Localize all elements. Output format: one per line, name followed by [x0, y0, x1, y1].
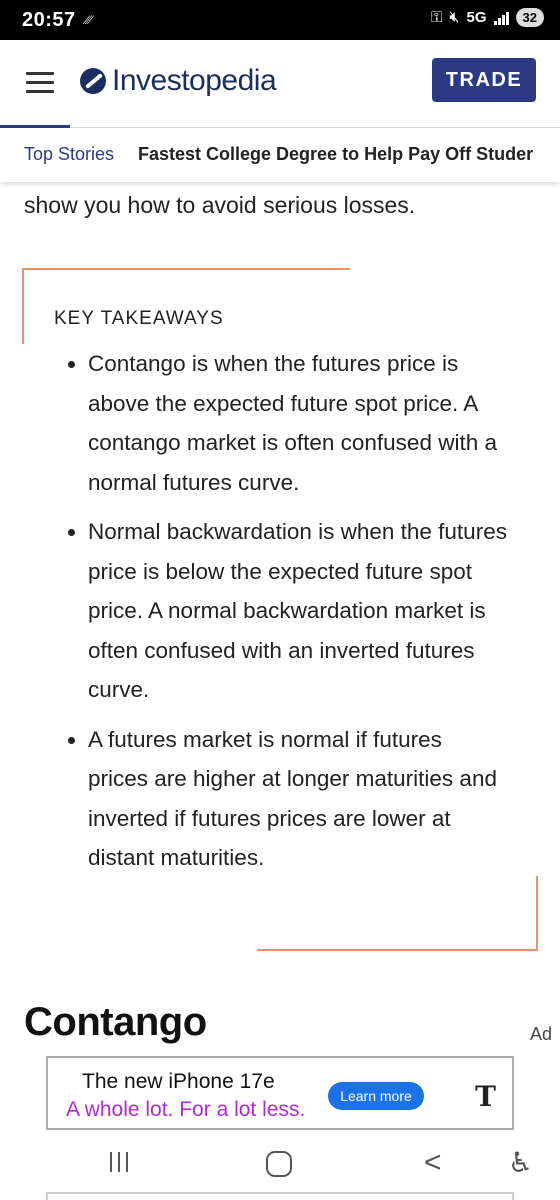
takeaways-border-bottom [257, 949, 538, 951]
article-paragraph: show you how to avoid serious losses. [24, 192, 416, 218]
battery-level: 32 [515, 8, 544, 27]
status-time: 20:57 [22, 9, 76, 31]
takeaways-border-top [22, 268, 350, 270]
takeaway-item: Normal backwardation is when the futures… [68, 512, 508, 710]
ad-learn-more-button[interactable]: Learn more [328, 1082, 424, 1110]
ad-banner-edge [46, 1192, 514, 1200]
site-logo[interactable]: Investopedia [80, 64, 277, 98]
vpn-key-icon: ⚿ [431, 9, 443, 26]
takeaways-border-left [22, 268, 24, 344]
key-takeaways-list: Contango is when the futures price is ab… [68, 344, 508, 888]
trade-button[interactable]: TRADE [432, 58, 536, 102]
recents-icon[interactable] [110, 1152, 128, 1172]
status-bar: 20:57 ⁄⁄⁄ ⚿ 🔇︎ 5G 32 [0, 0, 560, 40]
takeaway-item: A futures market is normal if futures pr… [68, 720, 508, 878]
top-stories-ticker: Top Stories Fastest College Degree to He… [0, 128, 560, 182]
system-nav-bar: < ♿︎ [0, 1130, 560, 1200]
investopedia-logo-icon [80, 68, 106, 94]
ad-headline: The new iPhone 17e [82, 1070, 275, 1093]
key-takeaways-box: KEY TAKEAWAYS Contango is when the futur… [22, 268, 538, 954]
key-takeaways-title: KEY TAKEAWAYS [54, 308, 224, 329]
status-icons: ⚿ 🔇︎ 5G 32 [431, 8, 544, 27]
accessibility-icon[interactable]: ♿︎ [508, 1146, 533, 1179]
ad-tagline: A whole lot. For a lot less. [66, 1098, 306, 1121]
top-stories-link[interactable]: Top Stories [24, 144, 114, 165]
logo-text: Investopedia [112, 64, 277, 97]
ticker-headline-link[interactable]: Fastest College Degree to Help Pay Off S… [138, 144, 533, 165]
takeaway-item: Contango is when the futures price is ab… [68, 344, 508, 502]
section-heading: Contango [24, 1000, 207, 1044]
network-type: 5G [466, 9, 487, 26]
mute-icon: 🔇︎ [449, 8, 460, 26]
t-mobile-logo-icon: T [475, 1080, 496, 1113]
ad-label: Ad [529, 1024, 552, 1044]
data-activity-icon: ⁄⁄⁄ [86, 13, 93, 27]
site-header: Investopedia TRADE [0, 40, 560, 128]
home-icon[interactable] [266, 1151, 292, 1177]
hamburger-menu-icon[interactable] [26, 72, 54, 94]
ad-banner[interactable]: The new iPhone 17e A whole lot. For a lo… [46, 1056, 514, 1130]
takeaways-border-right [536, 876, 538, 951]
back-icon[interactable]: < [424, 1146, 442, 1180]
signal-strength-icon [493, 11, 509, 25]
article-body: show you how to avoid serious losses. KE… [0, 182, 560, 1052]
